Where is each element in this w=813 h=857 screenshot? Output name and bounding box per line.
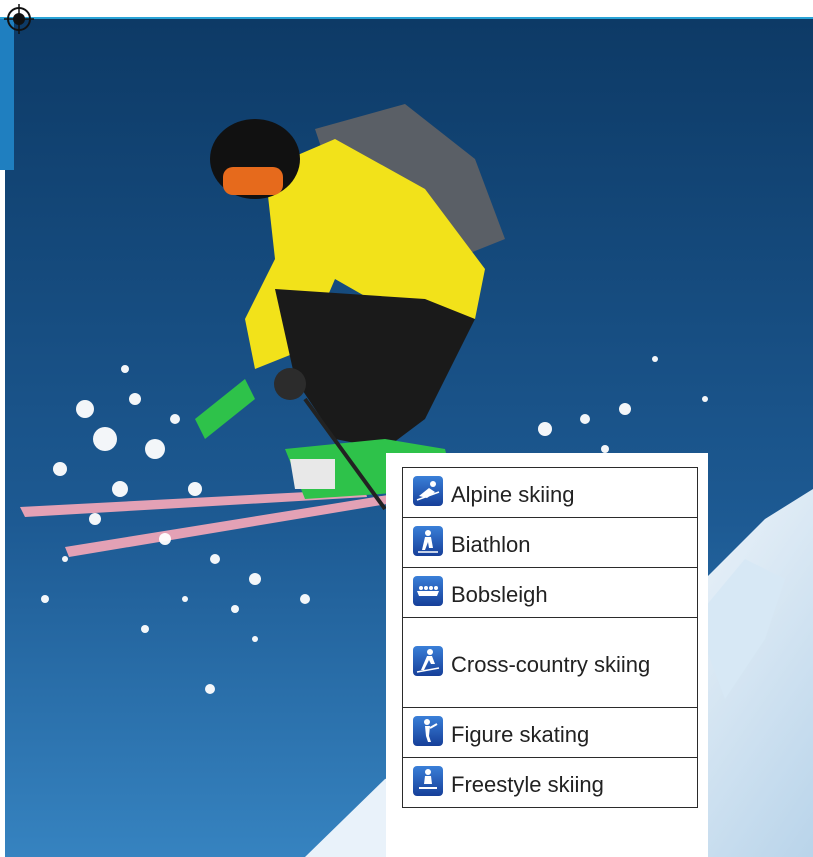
sport-cell: Biathlon bbox=[402, 517, 698, 568]
sport-label: Biathlon bbox=[451, 532, 531, 557]
sport-label: Alpine skiing bbox=[451, 482, 575, 507]
list-item: Alpine skiing bbox=[402, 467, 698, 518]
registration-mark-icon bbox=[4, 4, 34, 34]
freestyle-skiing-icon bbox=[413, 766, 443, 796]
sports-table: Alpine skiing Biathlon Bobsleigh Cross-c… bbox=[402, 467, 698, 808]
figure-skating-icon bbox=[413, 716, 443, 746]
list-item: Freestyle skiing bbox=[402, 757, 698, 808]
list-item: Figure skating bbox=[402, 707, 698, 758]
sport-cell: Figure skating bbox=[402, 707, 698, 758]
cross-country-skiing-icon bbox=[413, 646, 443, 676]
sport-cell: Bobsleigh bbox=[402, 567, 698, 618]
alpine-skiing-icon bbox=[413, 476, 443, 506]
sport-cell: Cross-country skiing bbox=[402, 617, 698, 708]
sport-cell: Alpine skiing bbox=[402, 467, 698, 518]
side-rule bbox=[0, 19, 14, 170]
sport-label: Freestyle skiing bbox=[451, 772, 604, 797]
bobsleigh-icon bbox=[413, 576, 443, 606]
list-item: Cross-country skiing bbox=[402, 617, 698, 708]
sports-list: Alpine skiing Biathlon Bobsleigh Cross-c… bbox=[386, 453, 708, 857]
biathlon-icon bbox=[413, 526, 443, 556]
sport-label: Bobsleigh bbox=[451, 582, 548, 607]
list-item: Biathlon bbox=[402, 517, 698, 568]
list-item: Bobsleigh bbox=[402, 567, 698, 618]
sport-label: Cross-country skiing bbox=[451, 652, 651, 677]
sport-label: Figure skating bbox=[451, 722, 590, 747]
sport-cell: Freestyle skiing bbox=[402, 757, 698, 808]
